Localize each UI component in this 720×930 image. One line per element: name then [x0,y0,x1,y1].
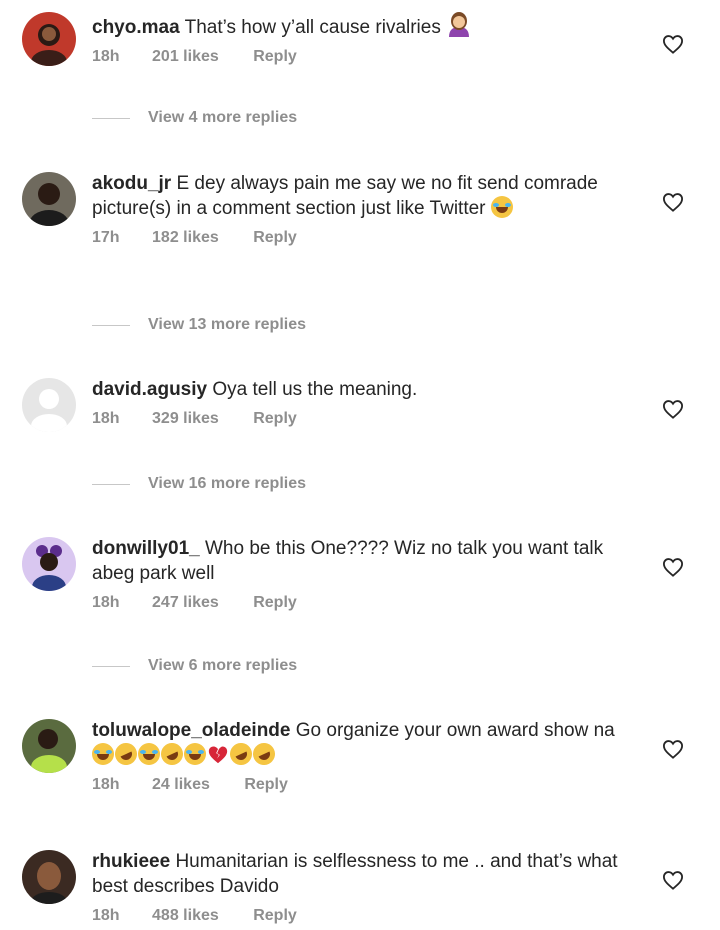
reply-button[interactable]: Reply [244,776,288,794]
comment-body: Humanitarian is selflessness to me .. an… [92,851,618,897]
comment-username[interactable]: rhukieee [92,851,170,872]
comment-username[interactable]: akodu_jr [92,173,171,194]
comment-time: 18h [92,594,120,611]
comment-time: 18h [92,410,120,427]
divider-line [92,483,130,485]
like-heart-icon[interactable] [662,399,684,419]
comment-username[interactable]: chyo.maa [92,17,180,38]
avatar[interactable] [22,172,76,226]
comment-time: 18h [92,776,120,793]
comment-username[interactable]: toluwalope_oladeinde [92,720,290,741]
comment-text: toluwalope_oladeinde Go organize your ow… [92,718,622,769]
like-heart-icon[interactable] [662,870,684,890]
comment-text: akodu_jr E dey always pain me say we no … [92,171,622,221]
divider-line [92,324,130,326]
broken-heart-icon [207,743,229,765]
reply-button[interactable]: Reply [253,594,297,612]
view-replies-label: View 16 more replies [148,475,307,492]
comment-text: donwilly01_ Who be this One???? Wiz no t… [92,536,622,586]
view-replies-label: View 6 more replies [148,657,298,674]
view-replies-button[interactable]: View 4 more replies [92,108,297,128]
comment-text: chyo.maa That’s how y’all cause rivalrie… [92,11,622,40]
comment-likes[interactable]: 182 likes [152,229,219,247]
view-replies-button[interactable]: View 6 more replies [92,656,297,676]
laughing-tears-icon [92,743,114,765]
view-replies-button[interactable]: View 13 more replies [92,315,306,335]
rofl-icon [226,739,256,769]
rofl-icon [111,739,141,769]
laughing-tears-icon [138,743,160,765]
like-heart-icon[interactable] [662,739,684,759]
comment-body: Oya tell us the meaning. [212,379,418,400]
comment-likes[interactable]: 201 likes [152,48,219,66]
reply-button[interactable]: Reply [253,229,297,247]
avatar[interactable] [22,537,76,591]
divider-line [92,665,130,667]
comment-time: 18h [92,907,120,924]
like-heart-icon[interactable] [662,192,684,212]
laughing-tears-icon [184,743,206,765]
reply-button[interactable]: Reply [253,410,297,428]
laughing-tears-icon [490,196,513,218]
comment-body: Go organize your own award show na [295,720,615,741]
reply-button[interactable]: Reply [253,48,297,66]
like-heart-icon[interactable] [662,557,684,577]
avatar[interactable] [22,719,76,773]
like-heart-icon[interactable] [662,34,684,54]
comment-likes[interactable]: 488 likes [152,907,219,925]
avatar[interactable] [22,850,76,904]
avatar[interactable] [22,378,76,432]
divider-line [92,117,130,119]
comment-likes[interactable]: 247 likes [152,594,219,612]
comment-username[interactable]: david.agusiy [92,379,207,400]
comment-text: david.agusiy Oya tell us the meaning. [92,377,622,402]
reply-button[interactable]: Reply [253,907,297,925]
rofl-icon [157,739,187,769]
view-replies-label: View 13 more replies [148,316,307,333]
comment-time: 17h [92,229,120,246]
comment-likes[interactable]: 329 likes [152,410,219,428]
rofl-icon [249,739,279,769]
view-replies-label: View 4 more replies [148,109,298,126]
avatar[interactable] [22,12,76,66]
comment-likes[interactable]: 24 likes [152,776,210,794]
comment-body: That’s how y’all cause rivalries [184,17,441,38]
comment-time: 18h [92,48,120,65]
view-replies-button[interactable]: View 16 more replies [92,474,306,494]
woman-gesturing-icon [446,11,472,37]
comment-username[interactable]: donwilly01_ [92,538,200,559]
comment-text: rhukieee Humanitarian is selflessness to… [92,849,622,899]
